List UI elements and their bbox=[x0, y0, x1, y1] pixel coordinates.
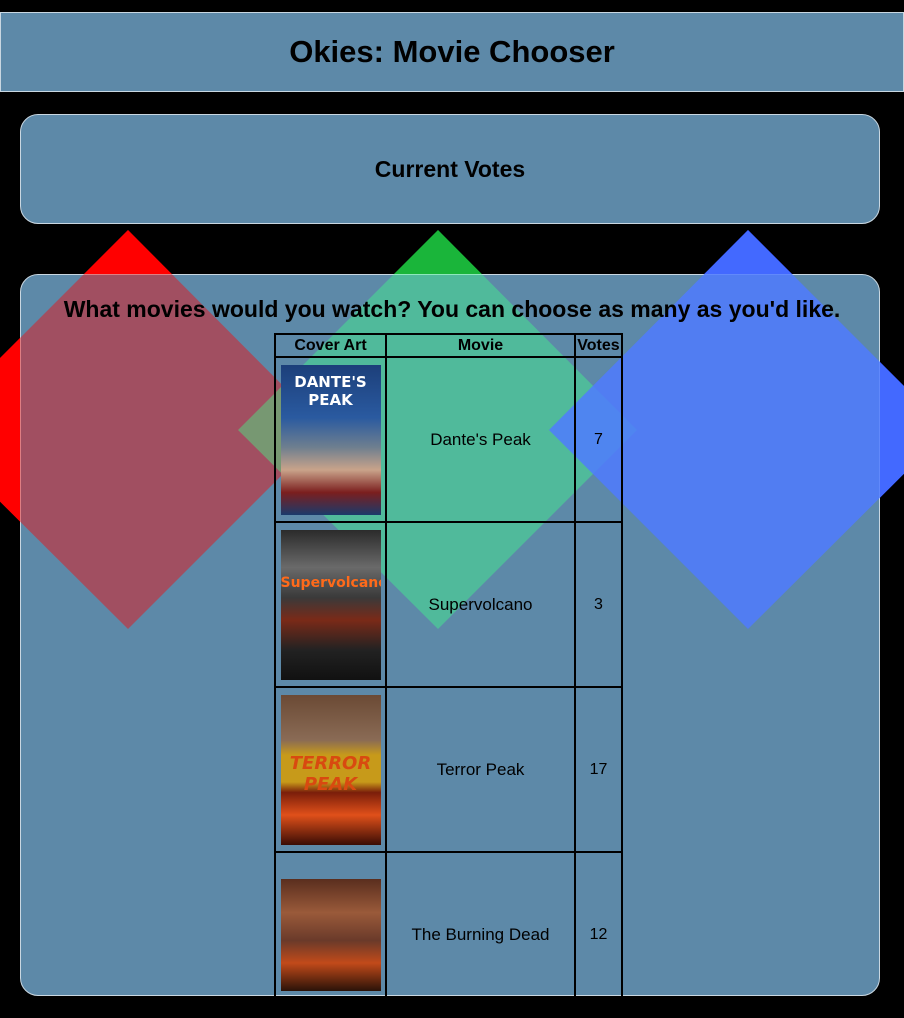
column-header-cover: Cover Art bbox=[274, 333, 387, 358]
column-header-votes: Votes bbox=[574, 333, 623, 358]
vote-count-cell: 17 bbox=[574, 686, 623, 853]
vote-count-cell: 3 bbox=[574, 521, 623, 688]
movie-title-cell: Dante's Peak bbox=[385, 356, 576, 523]
cover-cell[interactable] bbox=[274, 851, 387, 1018]
page-title: Okies: Movie Chooser bbox=[289, 34, 615, 69]
supervolcano-poster[interactable]: Supervolcano bbox=[280, 529, 381, 680]
table-row[interactable]: TERROR PEAK Terror Peak 17 bbox=[274, 686, 623, 853]
cover-cell[interactable]: Supervolcano bbox=[274, 521, 387, 688]
current-votes-heading: Current Votes bbox=[374, 156, 526, 182]
poster-title: DANTE'S PEAK bbox=[294, 372, 367, 409]
poster-title: TERROR PEAK bbox=[289, 752, 372, 795]
app-header: Okies: Movie Chooser bbox=[0, 12, 904, 92]
vote-count-cell: 12 bbox=[574, 851, 623, 1018]
current-votes-panel: Current Votes bbox=[20, 114, 880, 224]
cover-cell[interactable]: DANTE'S PEAK bbox=[274, 356, 387, 523]
cover-cell[interactable]: TERROR PEAK bbox=[274, 686, 387, 853]
table-row[interactable]: Supervolcano Supervolcano 3 bbox=[274, 521, 623, 688]
movie-title-cell: Terror Peak bbox=[385, 686, 576, 853]
chooser-content: What movies would you watch? You can cho… bbox=[0, 274, 904, 1018]
column-header-movie: Movie bbox=[385, 333, 576, 358]
table-header-row: Cover Art Movie Votes bbox=[274, 333, 623, 358]
dantes-peak-poster[interactable]: DANTE'S PEAK bbox=[280, 364, 381, 515]
poster-title: Supervolcano bbox=[280, 574, 381, 591]
vote-count-cell: 7 bbox=[574, 356, 623, 523]
table-row[interactable]: DANTE'S PEAK Dante's Peak 7 bbox=[274, 356, 623, 523]
movie-title-cell: Supervolcano bbox=[385, 521, 576, 688]
burning-dead-poster[interactable] bbox=[280, 878, 381, 991]
movie-title-cell: The Burning Dead bbox=[385, 851, 576, 1018]
table-row[interactable]: The Burning Dead 12 bbox=[274, 851, 623, 1018]
movies-table: Cover Art Movie Votes DANTE'S PEAK Dante… bbox=[274, 333, 623, 1018]
terror-peak-poster[interactable]: TERROR PEAK bbox=[280, 694, 381, 845]
